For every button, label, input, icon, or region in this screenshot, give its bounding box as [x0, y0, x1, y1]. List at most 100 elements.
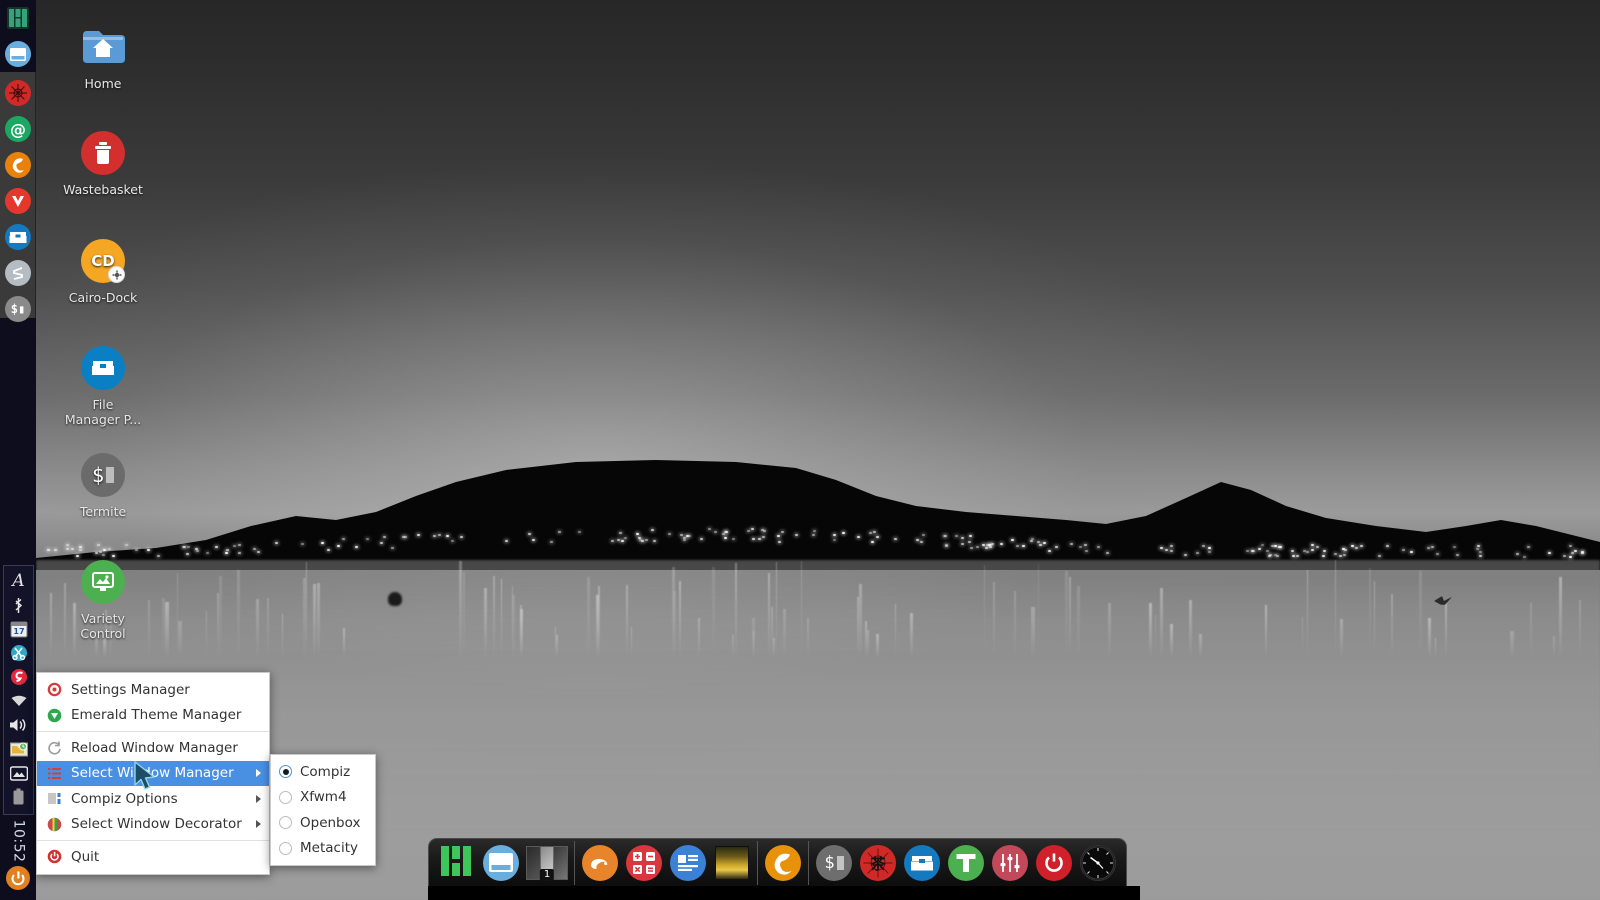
volume-tray-icon[interactable] — [6, 713, 32, 737]
workspace-cell[interactable] — [527, 847, 541, 879]
menu-separator — [37, 731, 269, 732]
dock-item-termite[interactable]: $ — [812, 841, 856, 885]
menu-item-settings-manager[interactable]: Settings Manager — [37, 677, 269, 703]
variety-icon — [80, 559, 126, 605]
settings-gear-icon — [45, 681, 63, 699]
launcher-vivaldi[interactable] — [0, 183, 36, 219]
dock-item-firefox[interactable] — [761, 841, 805, 885]
trash-icon — [80, 130, 126, 176]
launcher-file-manager[interactable] — [0, 219, 36, 255]
menu-item-emerald-theme-manager[interactable]: Emerald Theme Manager — [37, 703, 269, 729]
dock-item-clock[interactable] — [1076, 841, 1120, 885]
desktop-icon-termite[interactable]: $ Termite — [51, 452, 155, 519]
wallpaper-light-reflections — [36, 548, 1600, 658]
font-manager-tray-icon[interactable]: A — [6, 569, 32, 593]
menu-item-reload-window-manager[interactable]: Reload Window Manager — [37, 735, 269, 761]
shutter-tray-icon[interactable] — [6, 665, 32, 689]
radio-button-icon[interactable] — [279, 765, 292, 778]
cairo-dock-icon: CD — [80, 238, 126, 284]
desktop-context-menu[interactable]: Settings Manager Emerald Theme Manager R… — [36, 672, 270, 875]
battery-tray-icon[interactable] — [6, 785, 32, 809]
calendar-tray-icon[interactable]: 17 — [6, 617, 32, 641]
bluetooth-tray-icon[interactable] — [6, 593, 32, 617]
menu-item-label: Emerald Theme Manager — [71, 707, 261, 723]
launcher-shell[interactable]: $▮ — [0, 291, 36, 327]
menu-item-select-window-manager[interactable]: Select Window Manager — [37, 761, 269, 787]
variety-tray-icon[interactable] — [6, 761, 32, 785]
dock-item-file-manager[interactable] — [900, 841, 944, 885]
list-icon — [45, 764, 63, 782]
submenu-item-openbox[interactable]: Openbox — [271, 810, 375, 836]
dock-item-chakra[interactable]: 茶 — [856, 841, 900, 885]
desktop-icon-wastebasket[interactable]: Wastebasket — [51, 130, 155, 197]
dock-item-wallpaper-preview[interactable] — [710, 841, 754, 885]
sublime-icon — [5, 260, 31, 286]
launcher-terminal-top[interactable] — [0, 36, 36, 72]
dock-item-terminal[interactable] — [479, 841, 523, 885]
workspace-cell[interactable] — [554, 847, 567, 879]
launcher-mail[interactable]: @ — [0, 111, 36, 147]
desktop-icon-cairo-dock[interactable]: CD Cairo-Dock — [51, 238, 155, 305]
file-box-icon — [5, 224, 31, 250]
launcher-sublime[interactable] — [0, 255, 36, 291]
dock-separator — [757, 841, 758, 885]
wifi-tray-icon[interactable] — [6, 689, 32, 713]
submenu-item-label: Metacity — [300, 840, 358, 856]
manjaro-menu-button[interactable] — [0, 2, 36, 38]
dock-separator — [574, 841, 575, 885]
workspace-switcher-icon[interactable]: 1 — [526, 846, 568, 880]
panel-clock[interactable]: 10:52 — [0, 818, 36, 864]
menu-item-compiz-options[interactable]: Compiz Options — [37, 786, 269, 812]
image-thumb-icon — [715, 846, 749, 880]
desktop-icon-home[interactable]: Home — [51, 24, 155, 91]
panel-launcher-group[interactable]: @ $▮ — [0, 72, 36, 318]
home-folder-icon — [80, 24, 126, 70]
dock-base-shadow — [428, 886, 1140, 900]
dock-item-text-editor[interactable] — [666, 841, 710, 885]
menu-item-label: Quit — [71, 849, 261, 865]
desktop-icon-label: Variety Control — [80, 611, 125, 641]
radio-button-icon[interactable] — [279, 816, 292, 829]
dollar-prompt-icon: $▮ — [5, 296, 31, 322]
power-icon — [45, 848, 63, 866]
sliders-icon — [992, 845, 1028, 881]
firefox-icon — [765, 845, 801, 881]
dock-item-tor-browser[interactable] — [944, 841, 988, 885]
submenu-item-metacity[interactable]: Metacity — [271, 836, 375, 862]
menu-item-quit[interactable]: Quit — [37, 844, 269, 870]
desktop-icon-label: Termite — [80, 504, 126, 519]
desktop-icon-file-manager[interactable]: File Manager P... — [51, 345, 155, 427]
system-tray[interactable]: A 17 — [3, 565, 34, 815]
select-window-manager-submenu[interactable]: Compiz Xfwm4 Openbox Metacity — [270, 754, 376, 866]
radio-button-icon[interactable] — [279, 791, 292, 804]
desktop-icon-variety-control[interactable]: Variety Control — [51, 559, 155, 641]
dock-item-calculator[interactable] — [622, 841, 666, 885]
menu-item-label: Select Window Decorator — [71, 816, 250, 832]
chevron-right-icon — [256, 769, 261, 777]
bottom-dock[interactable]: 1 — [428, 838, 1127, 886]
logout-button[interactable] — [6, 866, 30, 890]
dock-item-shutdown[interactable] — [1032, 841, 1076, 885]
launcher-firefox[interactable] — [0, 147, 36, 183]
terminal-icon: $ — [80, 452, 126, 498]
left-vertical-panel[interactable]: @ $▮ A 1 — [0, 0, 36, 900]
menu-item-select-window-decorator[interactable]: Select Window Decorator — [37, 812, 269, 838]
dock-item-workspace-switcher[interactable]: 1 — [523, 841, 571, 885]
chevron-right-icon — [256, 820, 261, 828]
desktop-icon-label: Wastebasket — [63, 182, 143, 197]
manjaro-logo-icon — [440, 844, 474, 882]
panel-top-section — [0, 0, 36, 72]
submenu-item-compiz[interactable]: Compiz — [271, 759, 375, 785]
launcher-chakra[interactable] — [0, 75, 36, 111]
clipboard-tray-icon[interactable] — [6, 641, 32, 665]
compiz-options-icon — [45, 790, 63, 808]
dock-item-gimp[interactable] — [578, 841, 622, 885]
backup-tray-icon[interactable] — [6, 737, 32, 761]
dock-item-manjaro-menu[interactable] — [435, 841, 479, 885]
decorator-icon — [45, 815, 63, 833]
dock-item-equalizer[interactable] — [988, 841, 1032, 885]
submenu-item-xfwm4[interactable]: Xfwm4 — [271, 785, 375, 811]
radio-button-icon[interactable] — [279, 842, 292, 855]
file-box-icon — [904, 845, 940, 881]
red-web-icon — [5, 80, 31, 106]
